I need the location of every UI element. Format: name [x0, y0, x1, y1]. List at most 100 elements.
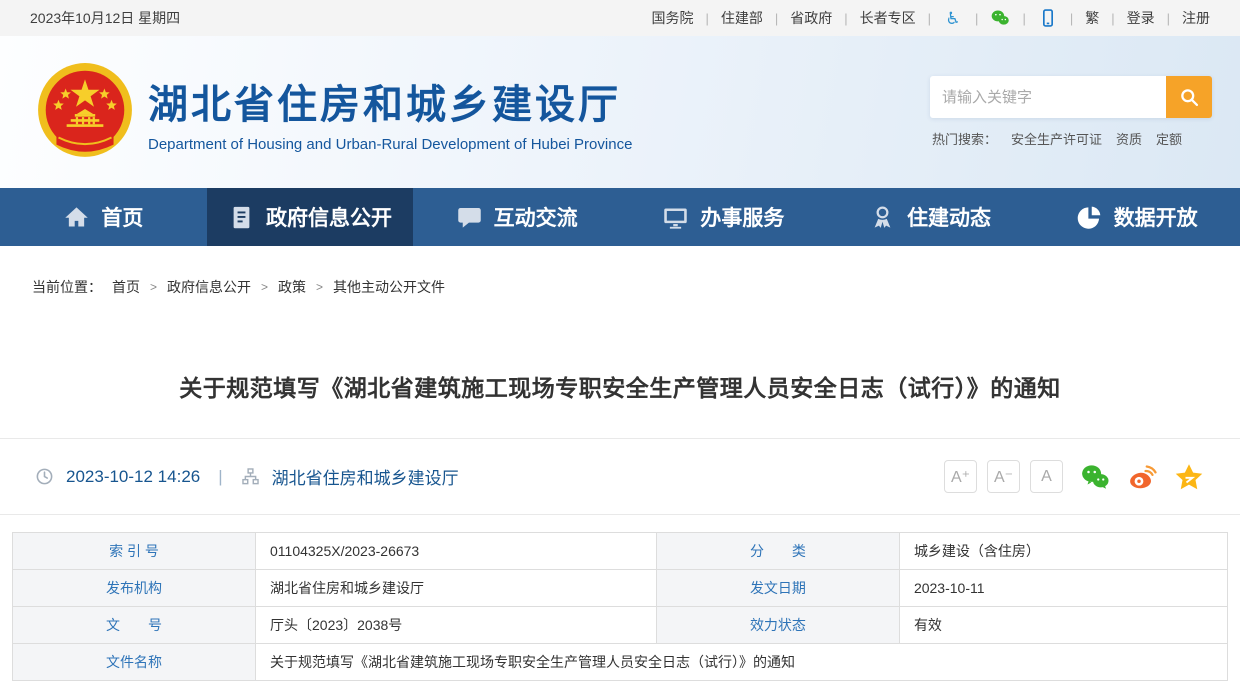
nav-home[interactable]: 首页 — [0, 188, 207, 246]
index-number-label: 索 引 号 — [13, 533, 256, 570]
person-badge-icon — [869, 204, 896, 231]
separator: | — [1111, 11, 1114, 26]
main-nav: 首页 政府信息公开 互动交流 办事服务 住建动态 数据开放 — [0, 188, 1240, 246]
separator: | — [1070, 11, 1073, 26]
topbar-links: 国务院 | 住建部 | 省政府 | 长者专区 | ♿ | | | 繁 | 登录 … — [651, 8, 1210, 28]
font-decrease-button[interactable]: A⁻ — [987, 460, 1020, 493]
accessibility-icon[interactable]: ♿ — [943, 8, 963, 28]
breadcrumb-home[interactable]: 首页 — [112, 277, 140, 297]
search-button[interactable] — [1166, 76, 1212, 118]
register-link[interactable]: 注册 — [1182, 8, 1210, 28]
mobile-icon[interactable] — [1038, 8, 1058, 28]
site-subtitle: Department of Housing and Urban-Rural De… — [148, 136, 632, 153]
breadcrumb-gov-info[interactable]: 政府信息公开 — [167, 277, 251, 297]
breadcrumb-separator: > — [150, 280, 157, 294]
table-row: 文件名称 关于规范填写《湖北省建筑施工现场专职安全生产管理人员安全日志（试行）》… — [13, 644, 1228, 681]
link-state-council[interactable]: 国务院 — [651, 8, 693, 28]
table-row: 文 号 厅头〔2023〕2038号 效力状态 有效 — [13, 607, 1228, 644]
nav-open-data[interactable]: 数据开放 — [1033, 188, 1240, 246]
share-wechat-icon[interactable] — [1080, 462, 1110, 492]
login-link[interactable]: 登录 — [1127, 8, 1155, 28]
table-row: 发布机构 湖北省住房和城乡建设厅 发文日期 2023-10-11 — [13, 570, 1228, 607]
clock-icon — [35, 467, 54, 486]
share-weibo-icon[interactable] — [1127, 462, 1157, 492]
nav-label: 互动交流 — [494, 202, 578, 232]
link-provincial-gov[interactable]: 省政府 — [790, 8, 832, 28]
link-senior-zone[interactable]: 长者专区 — [860, 8, 916, 28]
monitor-icon — [662, 204, 689, 231]
link-mohurd[interactable]: 住建部 — [721, 8, 763, 28]
breadcrumb-separator: > — [261, 280, 268, 294]
nav-label: 住建动态 — [907, 202, 991, 232]
site-title[interactable]: 湖北省住房和城乡建设厅 — [148, 72, 632, 130]
breadcrumb: 当前位置： 首页 > 政府信息公开 > 政策 > 其他主动公开文件 — [0, 246, 1240, 297]
separator: | — [775, 11, 778, 26]
home-icon — [63, 204, 90, 231]
chat-bubble-icon — [456, 204, 483, 231]
breadcrumb-separator: > — [316, 280, 323, 294]
wechat-icon[interactable] — [990, 8, 1010, 28]
doc-title-label: 文件名称 — [13, 644, 256, 681]
separator: | — [844, 11, 847, 26]
article-meta-bar: 2023-10-12 14:26 | 湖北省住房和城乡建设厅 A⁺ A⁻ A — [0, 438, 1240, 515]
article-tools: A⁺ A⁻ A — [944, 460, 1204, 493]
site-identity: 湖北省住房和城乡建设厅 Department of Housing and Ur… — [148, 72, 632, 153]
article-meta: 2023-10-12 14:26 | 湖北省住房和城乡建设厅 — [35, 464, 459, 489]
separator: | — [975, 11, 978, 26]
issue-date-label: 发文日期 — [656, 570, 899, 607]
breadcrumb-label: 当前位置： — [32, 277, 102, 297]
site-header: 湖北省住房和城乡建设厅 Department of Housing and Ur… — [0, 36, 1240, 188]
top-utility-bar: 2023年10月12日 星期四 国务院 | 住建部 | 省政府 | 长者专区 |… — [0, 0, 1240, 36]
doc-number-value: 厅头〔2023〕2038号 — [256, 607, 657, 644]
article-source: 湖北省住房和城乡建设厅 — [272, 464, 459, 489]
hot-search: 热门搜索： 安全生产许可证 资质 定额 — [930, 129, 1212, 148]
hot-keyword[interactable]: 安全生产许可证 — [1011, 129, 1102, 148]
nav-interaction[interactable]: 互动交流 — [413, 188, 620, 246]
issue-date-value: 2023-10-11 — [899, 570, 1227, 607]
doc-number-label: 文 号 — [13, 607, 256, 644]
article-title: 关于规范填写《湖北省建筑施工现场专职安全生产管理人员安全日志（试行）》的通知 — [0, 369, 1240, 403]
page: 2023年10月12日 星期四 国务院 | 住建部 | 省政府 | 长者专区 |… — [0, 0, 1240, 692]
header-search-area: 热门搜索： 安全生产许可证 资质 定额 — [930, 76, 1212, 148]
doc-title-value: 关于规范填写《湖北省建筑施工现场专职安全生产管理人员安全日志（试行）》的通知 — [256, 644, 1228, 681]
hot-keyword[interactable]: 资质 — [1116, 129, 1142, 148]
hot-search-label: 热门搜索： — [932, 129, 997, 148]
table-row: 索 引 号 01104325X/2023-26673 分 类 城乡建设（含住房） — [13, 533, 1228, 570]
category-value: 城乡建设（含住房） — [899, 533, 1227, 570]
hot-keyword[interactable]: 定额 — [1156, 129, 1182, 148]
separator: | — [705, 11, 708, 26]
publish-time: 2023-10-12 14:26 — [66, 467, 200, 487]
category-label: 分 类 — [656, 533, 899, 570]
separator: | — [1022, 11, 1025, 26]
issuing-agency-label: 发布机构 — [13, 570, 256, 607]
share-qzone-icon[interactable] — [1174, 462, 1204, 492]
separator: | — [1167, 11, 1170, 26]
font-reset-button[interactable]: A — [1030, 460, 1063, 493]
national-emblem-icon — [34, 61, 136, 163]
search-input[interactable] — [930, 76, 1166, 118]
nav-label: 办事服务 — [700, 202, 784, 232]
issuing-agency-value: 湖北省住房和城乡建设厅 — [256, 570, 657, 607]
validity-label: 效力状态 — [656, 607, 899, 644]
breadcrumb-policy[interactable]: 政策 — [278, 277, 306, 297]
nav-label: 数据开放 — [1114, 202, 1198, 232]
breadcrumb-other-docs[interactable]: 其他主动公开文件 — [333, 277, 445, 297]
nav-housing-news[interactable]: 住建动态 — [827, 188, 1034, 246]
separator: | — [928, 11, 931, 26]
nav-label: 政府信息公开 — [266, 202, 392, 232]
font-increase-button[interactable]: A⁺ — [944, 460, 977, 493]
nav-gov-info-disclosure[interactable]: 政府信息公开 — [207, 188, 414, 246]
pie-chart-icon — [1076, 204, 1103, 231]
current-date: 2023年10月12日 星期四 — [30, 8, 180, 28]
search-icon — [1179, 87, 1200, 108]
nav-label: 首页 — [101, 202, 143, 232]
separator: | — [218, 467, 222, 487]
index-number-value: 01104325X/2023-26673 — [256, 533, 657, 570]
validity-value: 有效 — [899, 607, 1227, 644]
nav-services[interactable]: 办事服务 — [620, 188, 827, 246]
source-org-icon — [241, 467, 260, 486]
search-bar — [930, 76, 1212, 118]
document-info-table: 索 引 号 01104325X/2023-26673 分 类 城乡建设（含住房）… — [12, 532, 1228, 681]
traditional-chinese-toggle[interactable]: 繁 — [1085, 8, 1099, 28]
document-icon — [228, 204, 255, 231]
